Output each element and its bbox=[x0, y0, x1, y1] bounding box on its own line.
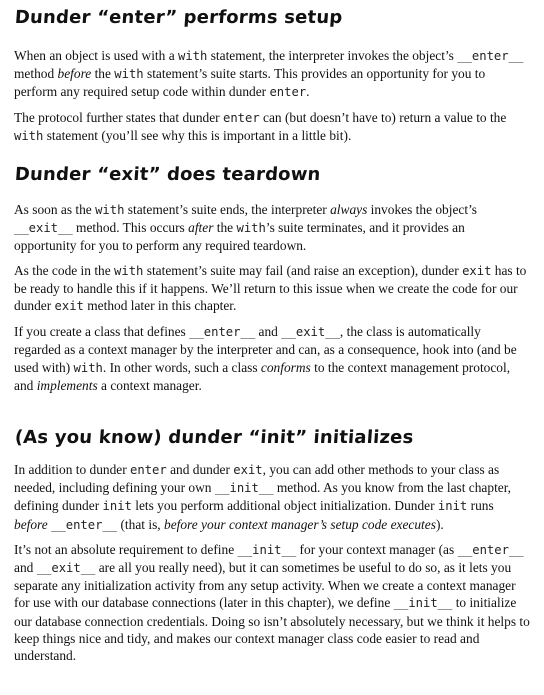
section-dunder-exit: Dunder “exit” does teardown As soon as t… bbox=[14, 163, 530, 394]
inline-code: __init__ bbox=[214, 481, 274, 496]
section-heading: Dunder “enter” performs setup bbox=[14, 7, 344, 28]
inline-code: __enter__ bbox=[51, 517, 118, 532]
inline-code: enter bbox=[130, 463, 167, 478]
body-text: In addition to dunder bbox=[14, 462, 131, 478]
body-text: the bbox=[213, 220, 237, 236]
body-text: method later in this chapter. bbox=[83, 298, 237, 314]
paragraph: The protocol further states that dunder … bbox=[14, 109, 530, 145]
paragraph: As soon as the with statement’s suite en… bbox=[14, 201, 530, 255]
body-text: As soon as the bbox=[14, 202, 96, 218]
inline-code: exit bbox=[233, 463, 263, 478]
emphasis-text: conforms bbox=[260, 359, 311, 375]
inline-code: with bbox=[178, 49, 208, 63]
inline-code: exit bbox=[462, 263, 492, 278]
body-text: and bbox=[14, 560, 37, 576]
inline-code: __exit__ bbox=[281, 325, 340, 340]
inline-code: __init__ bbox=[393, 596, 453, 611]
emphasis-text: before bbox=[14, 516, 48, 532]
inline-code: init bbox=[437, 499, 468, 514]
section-heading: (As you know) dunder “init” initializes bbox=[14, 427, 415, 449]
emphasis-text: before bbox=[57, 66, 92, 82]
inline-code: init bbox=[102, 499, 132, 514]
inline-code: exit bbox=[54, 299, 84, 314]
body-text: As the code in the bbox=[14, 262, 115, 278]
body-text: statement’s suite may fail (and raise an… bbox=[143, 262, 463, 278]
body-text: can (but doesn’t have to) return a value… bbox=[259, 109, 507, 125]
body-text: If you create a class that defines bbox=[14, 324, 190, 340]
inline-code: __exit__ bbox=[14, 221, 73, 236]
paragraph: It’s not an absolute requirement to defi… bbox=[14, 541, 530, 664]
emphasis-text: implements bbox=[36, 377, 98, 393]
body-text: (that is, bbox=[117, 516, 164, 532]
inline-code: with bbox=[114, 263, 144, 278]
paragraph: When an object is used with a with state… bbox=[14, 47, 530, 102]
inline-code: with bbox=[114, 67, 144, 82]
page: Dunder “enter” performs setup When an ob… bbox=[0, 0, 544, 695]
inline-code: enter bbox=[222, 110, 260, 125]
body-text: statement’s suite ends, the interpreter bbox=[124, 202, 331, 218]
body-text: invokes the object’s bbox=[367, 202, 478, 218]
body-text: . bbox=[306, 84, 310, 100]
body-text: method. This occurs bbox=[72, 220, 189, 236]
body-text: method bbox=[14, 66, 58, 82]
inline-code: enter bbox=[269, 85, 307, 100]
body-text: It’s not an absolute requirement to defi… bbox=[14, 541, 238, 557]
body-text: and dunder bbox=[166, 462, 234, 478]
emphasis-text: before your context manager’s setup code… bbox=[164, 516, 436, 532]
body-text: for your context manager (as bbox=[296, 541, 458, 557]
section-heading: Dunder “exit” does teardown bbox=[14, 164, 322, 186]
body-text: statement, the interpreter invokes the o… bbox=[207, 48, 458, 63]
paragraph: As the code in the with statement’s suit… bbox=[14, 262, 530, 316]
body-text: The protocol further states that dunder bbox=[14, 109, 223, 125]
inline-code: __init__ bbox=[237, 542, 297, 557]
emphasis-text: after bbox=[188, 220, 214, 236]
inline-code: __exit__ bbox=[36, 561, 96, 576]
section-dunder-init: (As you know) dunder “init” initializes … bbox=[14, 426, 530, 664]
inline-code: __enter__ bbox=[457, 49, 524, 63]
body-text: and bbox=[255, 324, 282, 340]
body-text: the bbox=[91, 66, 115, 82]
emphasis-text: always bbox=[330, 202, 368, 218]
body-text: lets you perform additional object initi… bbox=[131, 498, 438, 514]
inline-code: with bbox=[14, 128, 44, 143]
body-text: . In other words, such a class bbox=[102, 359, 261, 375]
inline-code: with bbox=[95, 203, 125, 218]
inline-code: with bbox=[73, 360, 103, 375]
section-dunder-enter: Dunder “enter” performs setup When an ob… bbox=[14, 6, 530, 145]
inline-code: with bbox=[236, 221, 266, 236]
inline-code: __enter__ bbox=[189, 325, 256, 340]
paragraph: In addition to dunder enter and dunder e… bbox=[14, 461, 530, 534]
body-text: ). bbox=[435, 516, 444, 532]
paragraph: If you create a class that defines __ent… bbox=[14, 323, 530, 394]
body-text: runs bbox=[467, 498, 494, 514]
body-text: When an object is used with a bbox=[14, 48, 178, 63]
body-text: a context manager. bbox=[97, 377, 202, 393]
inline-code: __enter__ bbox=[457, 542, 524, 557]
body-text: statement (you’ll see why this is import… bbox=[43, 127, 352, 143]
